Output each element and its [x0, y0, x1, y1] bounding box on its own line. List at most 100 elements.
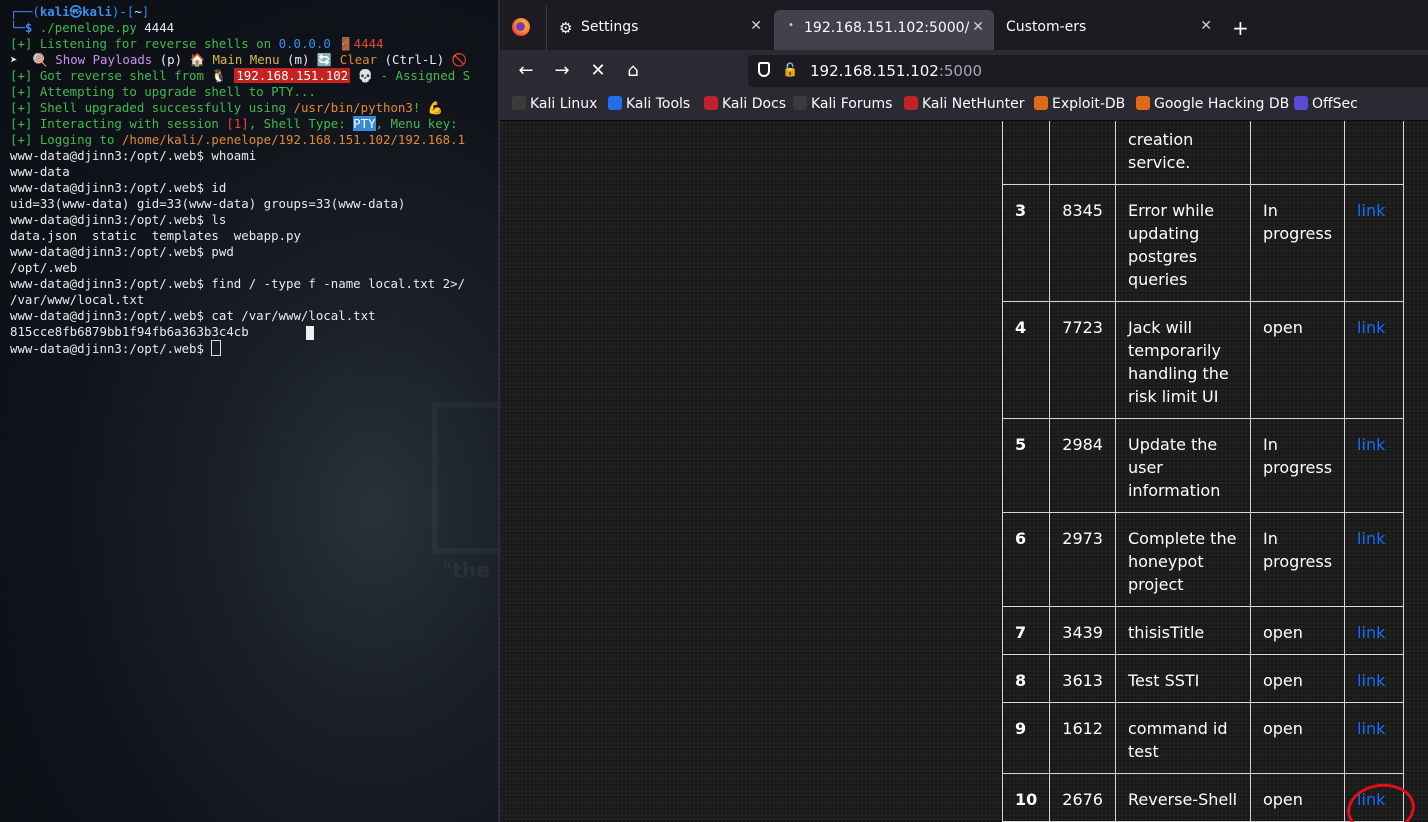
- terminal-text: (Ctrl-L) 🚫: [377, 52, 468, 67]
- bookmarks-toolbar: Kali Linux Kali Tools Kali Docs Kali For…: [500, 92, 1428, 121]
- bookmark-kali-nethunter[interactable]: Kali NetHunter: [904, 96, 1024, 112]
- url-bar[interactable]: 🔓 192.168.151.102:5000: [748, 55, 1428, 87]
- cell-no: 8: [1001, 654, 1051, 703]
- url-port: :5000: [938, 62, 983, 80]
- tab-label: Custom-ers: [1006, 19, 1087, 35]
- ticket-link[interactable]: link: [1357, 435, 1385, 454]
- close-icon[interactable]: ✕: [750, 18, 762, 34]
- tickets-table: creation service. 3 8345 Error while updati…: [1001, 121, 1419, 822]
- ticket-link[interactable]: link: [1357, 719, 1385, 738]
- terminal-text: uid=33(www-data) gid=33(www-data) groups…: [10, 196, 406, 211]
- cell-title: creation service.: [1114, 121, 1251, 185]
- terminal-text: www-data@djinn3:/opt/.web$ whoami: [10, 148, 257, 163]
- terminal-text: [+] Listening for reverse shells on: [10, 36, 279, 51]
- cell-link: [1344, 121, 1405, 185]
- cell-link: link: [1343, 773, 1419, 822]
- ticket-link[interactable]: link: [1357, 623, 1385, 642]
- terminal-line: uid=33(www-data) gid=33(www-data) groups…: [10, 196, 470, 212]
- exploit-db-icon: [1034, 96, 1048, 110]
- terminal-line: www-data@djinn3:/opt/.web$ find / -type …: [10, 276, 470, 292]
- terminal-line: [+] Listening for reverse shells on 0.0.…: [10, 36, 470, 52]
- insecure-lock-icon[interactable]: 🔓: [782, 63, 798, 78]
- table-row: 3 8345 Error while updating postgres queri…: [1001, 184, 1405, 302]
- cell-title: Reverse-Shell: [1114, 773, 1251, 822]
- bookmark-kali-linux[interactable]: Kali Linux: [512, 96, 597, 112]
- close-icon[interactable]: ✕: [1200, 18, 1212, 34]
- terminal-text: 192.168.151.102: [234, 68, 351, 83]
- terminal-text: /var/www/local.txt: [10, 292, 145, 307]
- table-row: creation service.: [1001, 121, 1405, 185]
- terminal-line: data.json static templates webapp.py: [10, 228, 470, 244]
- bookmark-offsec[interactable]: OffSec: [1294, 96, 1358, 112]
- terminal-text: ┌──(: [10, 4, 40, 19]
- kali-docs-icon: [704, 96, 718, 110]
- terminal-text: └─: [10, 20, 25, 35]
- close-icon[interactable]: ✕: [972, 19, 984, 35]
- tab-custom-ers[interactable]: Custom-ers ✕: [996, 6, 1222, 50]
- cell-no: 3: [1001, 184, 1051, 302]
- ticket-link[interactable]: link: [1357, 318, 1385, 337]
- bookmark-label: Kali Tools: [626, 96, 691, 112]
- terminal-line: www-data@djinn3:/opt/.web$ ls: [10, 212, 470, 228]
- bookmark-exploit-db[interactable]: Exploit-DB: [1034, 96, 1125, 112]
- firefox-icon[interactable]: [512, 18, 530, 36]
- tab-label: 192.168.151.102:5000/: [804, 20, 970, 36]
- cell-title: Error while updating postgres queries: [1114, 184, 1251, 302]
- page-content[interactable]: creation service. 3 8345 Error while updati…: [500, 121, 1428, 822]
- table-row: 10 2676 Reverse-Shell open link: [1001, 773, 1419, 822]
- wallpaper-quote: "the: [442, 558, 490, 582]
- nethunter-icon: [904, 96, 918, 110]
- tab-bar: ⚙ Settings ✕ • 192.168.151.102:5000/ ✕ C…: [500, 0, 1428, 50]
- bookmark-kali-forums[interactable]: Kali Forums: [793, 96, 892, 112]
- forward-arrow-icon[interactable]: →: [549, 59, 575, 83]
- cell-status: In progress: [1249, 184, 1346, 302]
- terminal-line: [+] Logging to /home/kali/.penelope/192.…: [10, 132, 470, 148]
- cell-status: In progress: [1249, 418, 1346, 513]
- new-tab-button[interactable]: +: [1232, 16, 1249, 40]
- terminal-text: 💀 - Assigned S: [350, 68, 471, 83]
- circled-link: link: [1343, 779, 1419, 822]
- home-icon[interactable]: ⌂: [620, 59, 646, 83]
- table-row: 7 3439 thisisTitle open link: [1001, 606, 1405, 655]
- terminal-line: www-data@djinn3:/opt/.web$ cat /var/www/…: [10, 308, 470, 324]
- terminal-line: [+] Got reverse shell from 🐧 192.168.151…: [10, 68, 470, 84]
- terminal-text: [+] Logging to: [10, 132, 122, 147]
- wallpaper-logo: [432, 402, 498, 554]
- terminal-text: Show Payloads: [55, 52, 153, 67]
- url-text[interactable]: 192.168.151.102:5000: [810, 62, 982, 80]
- terminal-window[interactable]: "the ┌──(kali㉿kali)-[~] └─$ ./penelope.py…: [0, 0, 498, 822]
- bookmark-label: Kali Forums: [811, 96, 893, 112]
- tab-settings[interactable]: ⚙ Settings ✕: [546, 6, 772, 50]
- cell-no: 4: [1001, 301, 1051, 419]
- terminal-line: www-data@djinn3:/opt/.web$ id: [10, 180, 470, 196]
- back-arrow-icon[interactable]: ←: [513, 59, 539, 83]
- cell-id: 2676: [1049, 773, 1116, 822]
- tab-active-site[interactable]: • 192.168.151.102:5000/ ✕: [774, 10, 994, 50]
- cell-id: 7723: [1049, 301, 1116, 419]
- ghdb-icon: [1136, 96, 1150, 110]
- ticket-link[interactable]: link: [1357, 671, 1385, 690]
- kali-dragon-icon: [512, 96, 526, 110]
- bookmark-google-hacking-db[interactable]: Google Hacking DB: [1136, 96, 1289, 112]
- terminal-text: )-[: [111, 4, 135, 19]
- cell-title: Jack will temporarily handling the risk …: [1114, 301, 1251, 419]
- bookmark-label: OffSec: [1312, 96, 1358, 112]
- cell-id: 2984: [1049, 418, 1116, 513]
- cell-id: 1612: [1049, 702, 1116, 774]
- navigation-toolbar: ← → ✕ ⌂ 🔓 192.168.151.102:5000: [500, 50, 1428, 92]
- terminal-text: $: [24, 20, 40, 35]
- cell-no: 7: [1001, 606, 1051, 655]
- cell-title: thisisTitle: [1114, 606, 1251, 655]
- ticket-link[interactable]: link: [1357, 201, 1385, 220]
- bookmark-kali-tools[interactable]: Kali Tools: [608, 96, 690, 112]
- ticket-link[interactable]: link: [1357, 529, 1385, 548]
- terminal-text: kali㉿kali: [39, 4, 112, 19]
- cell-link: link: [1344, 512, 1405, 607]
- terminal-line: [+] Shell upgraded successfully using /u…: [10, 100, 470, 116]
- bookmark-kali-docs[interactable]: Kali Docs: [704, 96, 786, 112]
- shield-icon[interactable]: [758, 62, 770, 77]
- loading-icon: •: [788, 20, 794, 31]
- terminal-line: [+] Attempting to upgrade shell to PTY..…: [10, 84, 470, 100]
- terminal-line: ┌──(kali㉿kali)-[~]: [10, 4, 470, 20]
- stop-loading-icon[interactable]: ✕: [585, 59, 611, 83]
